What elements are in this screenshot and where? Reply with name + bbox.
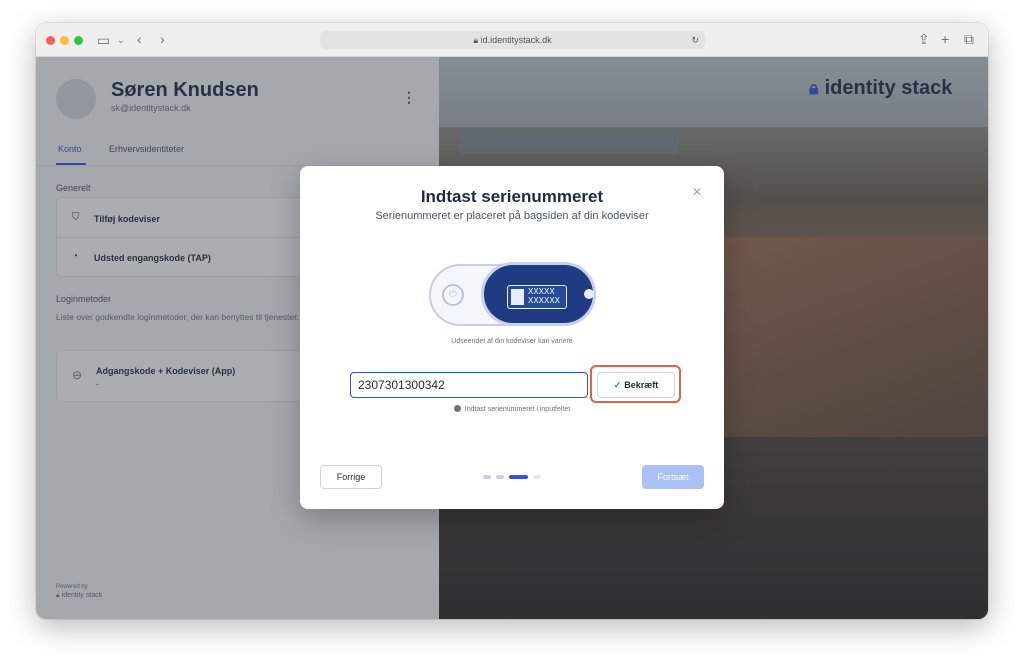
- reload-icon[interactable]: ↻: [691, 31, 699, 49]
- maximize-window-button[interactable]: [74, 36, 83, 45]
- sidebar-toggle-icon[interactable]: ▭: [97, 33, 110, 47]
- power-icon: ⏻: [442, 284, 464, 306]
- minimize-window-button[interactable]: [60, 36, 69, 45]
- serial-placeholder: XXXXX XXXXXX: [528, 287, 560, 305]
- step-indicator-2: [496, 475, 504, 479]
- back-arrow-icon[interactable]: ‹: [137, 32, 142, 46]
- serial-number-input[interactable]: [350, 372, 588, 398]
- checkmark-icon: ✓: [613, 380, 622, 390]
- new-tab-icon[interactable]: +: [941, 32, 949, 46]
- step-indicator-3: [509, 475, 528, 479]
- browser-toolbar: ▭ ⌄ ‹ › 🔒︎ id.identitystack.dk ↻ ⇪ + ⧉: [36, 23, 988, 57]
- hint-text: Indtast serienummeret i inputfeltet: [464, 406, 571, 413]
- step-indicator-4: [533, 475, 541, 479]
- input-hint: Indtast serienummeret i inputfeltet: [300, 405, 724, 413]
- close-window-button[interactable]: [46, 36, 55, 45]
- tab-overview-icon[interactable]: ⧉: [964, 32, 974, 46]
- dialog-title: Indtast serienummeret: [420, 187, 604, 206]
- qr-code-icon: [511, 289, 524, 305]
- serial-placeholder-line1: XXXXX: [528, 287, 555, 296]
- info-icon: [453, 405, 461, 412]
- device-caption: Udseendet af din kodeviser kan variere: [451, 338, 573, 345]
- address-bar-url: id.identitystack.dk: [480, 35, 552, 45]
- step-indicator-1: [483, 475, 491, 479]
- close-icon[interactable]: ✕: [692, 185, 702, 199]
- token-hole-icon: [584, 289, 594, 299]
- dialog-subtitle: Serienummeret er placeret på bagsiden af…: [375, 210, 649, 222]
- continue-button[interactable]: Fortsæt: [642, 465, 704, 489]
- chevron-down-icon[interactable]: ⌄: [117, 33, 125, 47]
- previous-button[interactable]: Forrige: [320, 465, 382, 489]
- confirm-button[interactable]: ✓ Bekræft: [597, 372, 675, 398]
- lock-icon: 🔒︎: [473, 35, 481, 45]
- share-icon[interactable]: ⇪: [918, 32, 930, 46]
- address-bar[interactable]: 🔒︎ id.identitystack.dk ↻: [320, 31, 705, 49]
- serial-placeholder-line2: XXXXXX: [528, 296, 561, 305]
- serial-number-dialog: Indtast serienummeret Serienummeret er p…: [300, 166, 724, 509]
- forward-arrow-icon[interactable]: ›: [160, 32, 165, 46]
- confirm-label: Bekræft: [624, 380, 659, 390]
